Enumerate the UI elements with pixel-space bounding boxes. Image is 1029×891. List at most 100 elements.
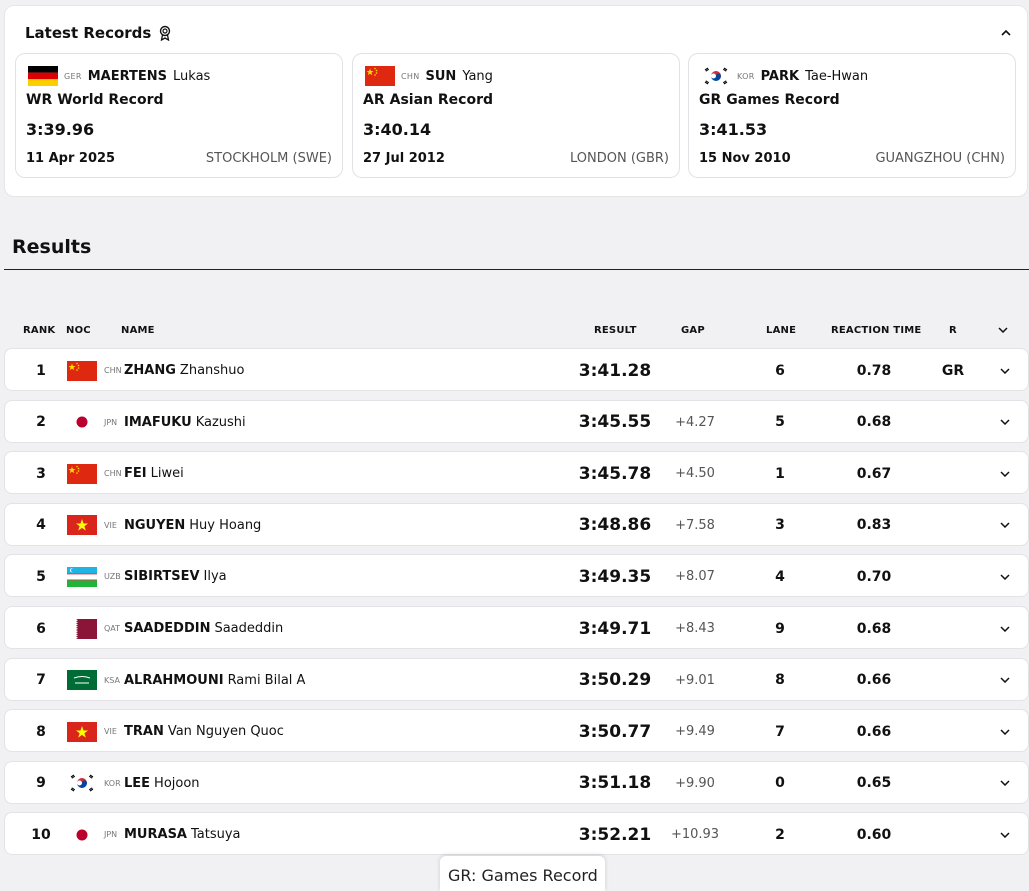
record-card-asian[interactable]: CHN SUN Yang AR Asian Record 3:40.14 27 J… bbox=[352, 53, 680, 178]
chevron-down-icon[interactable] bbox=[1000, 832, 1010, 838]
noc-code: UZB bbox=[104, 572, 121, 582]
result-cell: 3:49.35 bbox=[578, 566, 652, 587]
record-place: STOCKHOLM (SWE) bbox=[205, 151, 332, 166]
record-family-name: PARK bbox=[760, 68, 800, 84]
flag-korea-icon bbox=[701, 66, 731, 86]
athlete-family-name: SAADEDDIN bbox=[124, 621, 211, 636]
athlete-given-name: Saadeddin bbox=[214, 621, 284, 636]
flag-china-icon bbox=[67, 452, 97, 495]
record-tooltip: GR: Games Record bbox=[440, 856, 605, 891]
lane-cell: 2 bbox=[775, 826, 785, 843]
expand-row-button[interactable] bbox=[997, 349, 1013, 392]
lane-cell: 4 bbox=[775, 568, 785, 585]
record-noc: GER bbox=[64, 71, 82, 81]
reaction-time-cell: 0.68 bbox=[856, 620, 892, 637]
athlete-given-name: Liwei bbox=[150, 466, 184, 482]
results-divider bbox=[4, 269, 1029, 270]
athlete-given-name: Ilya bbox=[203, 569, 227, 585]
reaction-time-cell: 0.66 bbox=[856, 723, 892, 740]
record-code: GR bbox=[699, 92, 722, 108]
result-cell: 3:51.18 bbox=[578, 773, 652, 794]
record-label: Asian Record bbox=[389, 92, 493, 108]
chevron-down-icon[interactable] bbox=[1000, 677, 1010, 684]
tooltip-text: GR: Games Record bbox=[448, 866, 598, 885]
result-cell: 3:45.78 bbox=[578, 463, 652, 484]
athlete-name: ALRAHMOUNI Rami Bilal A bbox=[124, 659, 305, 702]
col-noc: NOC bbox=[66, 325, 91, 336]
reaction-time-cell: 0.78 bbox=[856, 362, 892, 379]
flag-china-icon bbox=[365, 66, 395, 86]
expand-row-button[interactable] bbox=[997, 659, 1013, 702]
table-row[interactable]: 6 QAT SAADEDDIN Saadeddin 3:49.71 +8.43 9 0.68 bbox=[4, 606, 1029, 649]
col-rank: RANK bbox=[23, 325, 56, 336]
table-row[interactable]: 7 KSA ALRAHMOUNI Rami Bilal A 3:50.29 +9.01 8 0… bbox=[4, 657, 1029, 702]
flag-vietnam-icon bbox=[67, 710, 97, 753]
record-given-name: Yang bbox=[462, 68, 493, 84]
noc-code: KSA bbox=[104, 675, 120, 685]
record-family-name: SUN bbox=[425, 68, 457, 84]
record-cell bbox=[925, 659, 981, 702]
gap-cell: +10.93 bbox=[670, 827, 720, 843]
gap-cell: +9.49 bbox=[675, 724, 715, 740]
noc-code: VIE bbox=[104, 520, 117, 530]
record-type: WR World Record bbox=[26, 92, 164, 108]
latest-records-title: Latest Records bbox=[25, 24, 152, 42]
expand-row-button[interactable] bbox=[997, 710, 1013, 753]
record-card-games[interactable]: KOR PARK Tae-Hwan GR Games Record 3:41.53… bbox=[688, 53, 1016, 178]
flag-china-icon bbox=[67, 349, 97, 392]
expand-row-button[interactable] bbox=[997, 813, 1013, 856]
chevron-down-icon[interactable] bbox=[1000, 729, 1010, 735]
expand-row-button[interactable] bbox=[997, 452, 1013, 495]
table-row[interactable]: 5 UZB SIBIRTSEV Ilya 3:49.35 +8.07 4 0.70 bbox=[4, 554, 1029, 598]
chevron-down-icon[interactable] bbox=[1000, 471, 1010, 477]
record-athlete: KOR PARK Tae-Hwan bbox=[701, 66, 868, 86]
chevron-down-icon[interactable] bbox=[1000, 780, 1010, 787]
table-row[interactable]: 2 JPN IMAFUKU Kazushi 3:45.55 +4.27 5 0.68 bbox=[4, 399, 1029, 444]
record-label: World Record bbox=[57, 92, 164, 108]
chevron-down-icon[interactable] bbox=[1000, 419, 1010, 426]
expand-row-button[interactable] bbox=[997, 504, 1013, 547]
record-card-world[interactable]: GER MAERTENS Lukas WR World Record 3:39.9… bbox=[15, 53, 343, 178]
record-place: LONDON (GBR) bbox=[569, 151, 669, 166]
latest-records-header: Latest Records bbox=[25, 24, 171, 42]
noc-code: QAT bbox=[104, 624, 121, 633]
athlete-given-name: Tatsuya bbox=[191, 827, 241, 843]
athlete-name: MURASA Tatsuya bbox=[124, 813, 241, 856]
table-row[interactable]: 9 KOR LEE Hojoon 3:51.18 +9.90 0 0.65 bbox=[4, 760, 1029, 805]
gap-cell: +7.58 bbox=[675, 517, 715, 533]
table-row[interactable]: 10 JPN MURASA Tatsuya 3:52.21 +10.93 2 0.60 bbox=[4, 812, 1029, 856]
noc-code: JPN bbox=[104, 830, 118, 840]
flag-korea-icon bbox=[67, 762, 97, 805]
table-row[interactable]: 1 CHN ZHANG Zhanshuo 3:41.28 6 0.78 GR bbox=[4, 348, 1029, 391]
gap-cell: +9.90 bbox=[675, 775, 715, 791]
col-name: NAME bbox=[121, 325, 155, 336]
flag-germany-icon bbox=[28, 66, 58, 86]
record-cell bbox=[925, 555, 981, 598]
gap-cell bbox=[664, 349, 726, 392]
flag-saudi-arabia-icon bbox=[67, 659, 97, 702]
expand-row-button[interactable] bbox=[997, 762, 1013, 805]
result-cell: 3:48.86 bbox=[578, 515, 652, 536]
athlete-family-name: MURASA bbox=[124, 827, 187, 843]
table-row[interactable]: 3 CHN FEI Liwei 3:45.78 +4.50 1 0.67 bbox=[4, 451, 1029, 495]
table-row[interactable]: 4 VIE NGUYEN Huy Hoang 3:48.86 +7.58 3 0.83 bbox=[4, 502, 1029, 547]
record-family-name: MAERTENS bbox=[87, 68, 168, 84]
chevron-down-icon[interactable] bbox=[1000, 625, 1010, 632]
noc-code: CHN bbox=[104, 469, 122, 479]
expand-row-button[interactable] bbox=[997, 607, 1013, 650]
chevron-down-icon[interactable] bbox=[1000, 367, 1010, 374]
reaction-time-cell: 0.65 bbox=[856, 775, 892, 792]
expand-row-button[interactable] bbox=[997, 555, 1013, 598]
athlete-family-name: FEI bbox=[124, 466, 147, 482]
athlete-given-name: Kazushi bbox=[195, 414, 246, 430]
chevron-down-icon[interactable] bbox=[998, 327, 1008, 333]
table-row[interactable]: 8 VIE TRAN Van Nguyen Quoc 3:50.77 +9.49 7 0.66 bbox=[4, 709, 1029, 753]
expand-row-button[interactable] bbox=[997, 401, 1013, 444]
athlete-family-name: IMAFUKU bbox=[124, 414, 192, 430]
chevron-up-icon[interactable] bbox=[999, 26, 1013, 40]
gap-cell: +8.43 bbox=[675, 621, 715, 636]
record-athlete: CHN SUN Yang bbox=[365, 66, 493, 86]
flag-vietnam-icon bbox=[67, 504, 97, 547]
chevron-down-icon[interactable] bbox=[1000, 574, 1010, 580]
chevron-down-icon[interactable] bbox=[1000, 522, 1010, 529]
